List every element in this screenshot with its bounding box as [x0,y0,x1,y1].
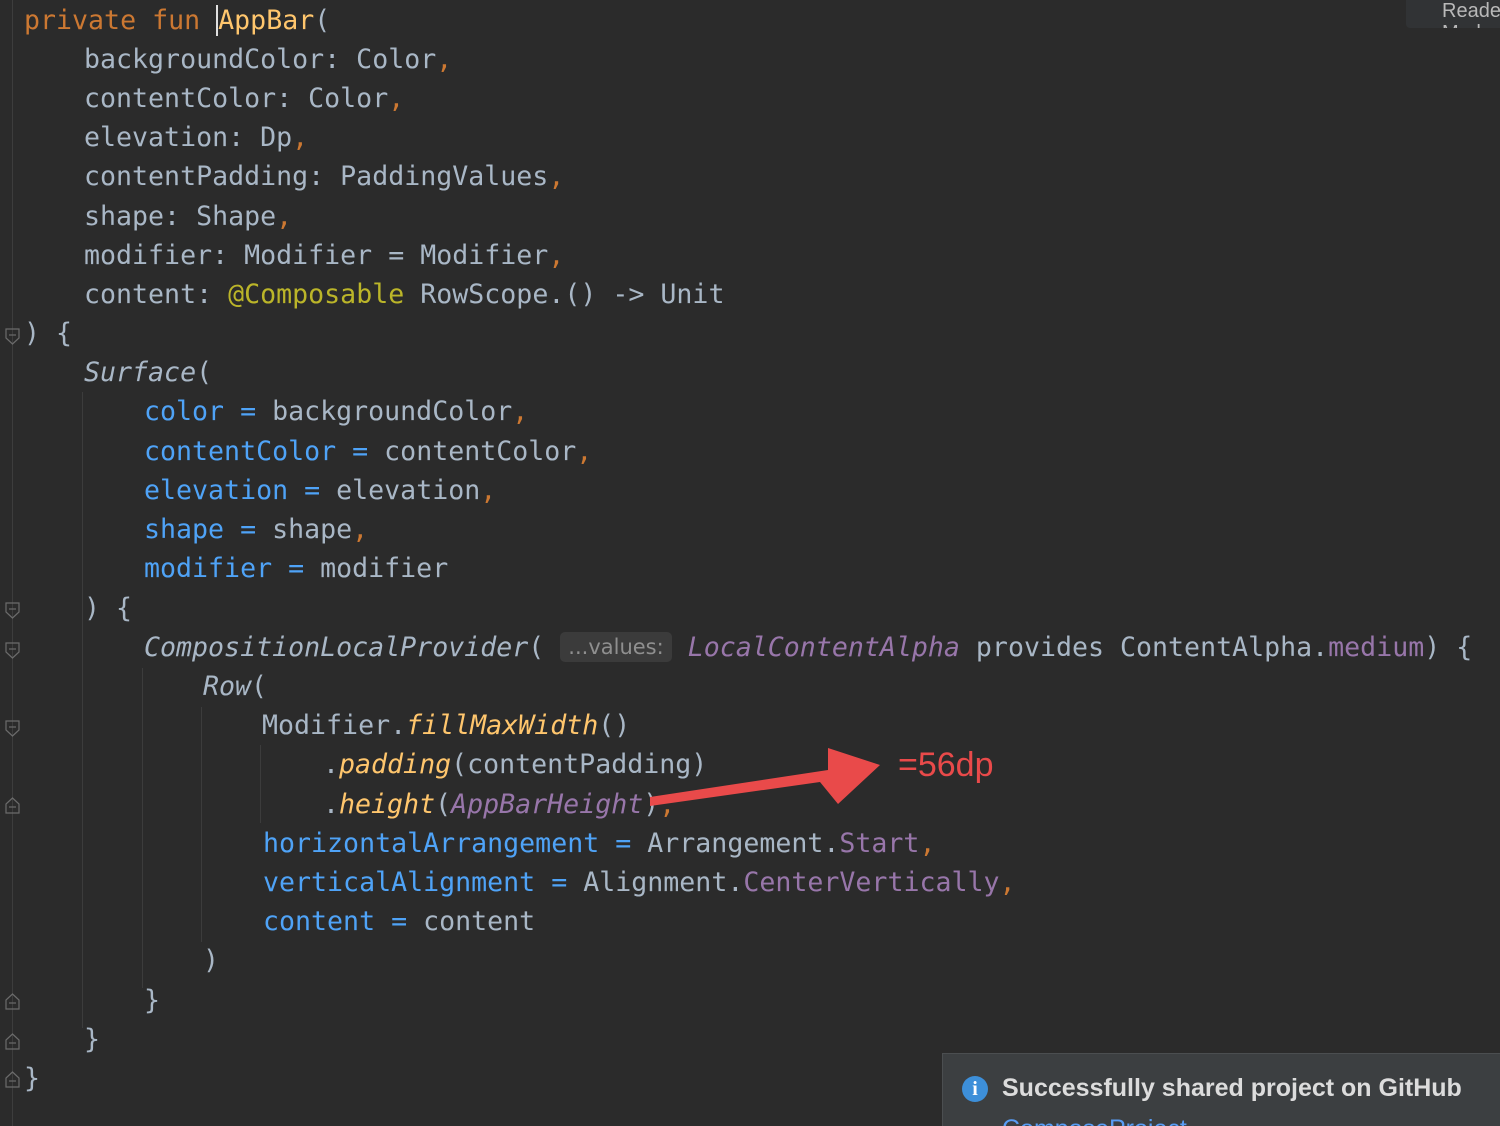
annotation-label: =56dp [898,746,994,784]
info-icon: i [962,1076,988,1102]
project-link[interactable]: ComposeProject [1002,1114,1187,1126]
github-share-notification[interactable]: i Successfully shared project on GitHub … [942,1053,1500,1126]
annotation-arrow [650,748,880,806]
notification-title: Successfully shared project on GitHub [1002,1074,1462,1102]
